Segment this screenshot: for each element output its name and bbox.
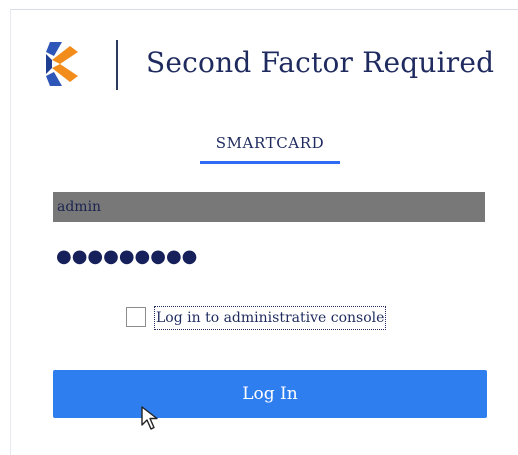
password-field[interactable]: ●●●●●●●●● [56,245,256,269]
mouse-pointer-icon [141,406,158,430]
frame-top-border [10,9,518,10]
admin-console-label[interactable]: Log in to administrative console [154,306,387,330]
admin-console-checkbox[interactable] [126,307,146,327]
header-divider [116,40,118,90]
tab-active-indicator [200,161,340,164]
login-button[interactable]: Log In [53,370,487,418]
tab-label: SMARTCARD [215,134,325,152]
logo-icon [46,42,78,86]
frame-left-border [10,9,11,455]
username-field[interactable]: admin [53,192,485,222]
tab-smartcard[interactable]: SMARTCARD [200,131,340,164]
page-title: Second Factor Required [146,46,495,79]
